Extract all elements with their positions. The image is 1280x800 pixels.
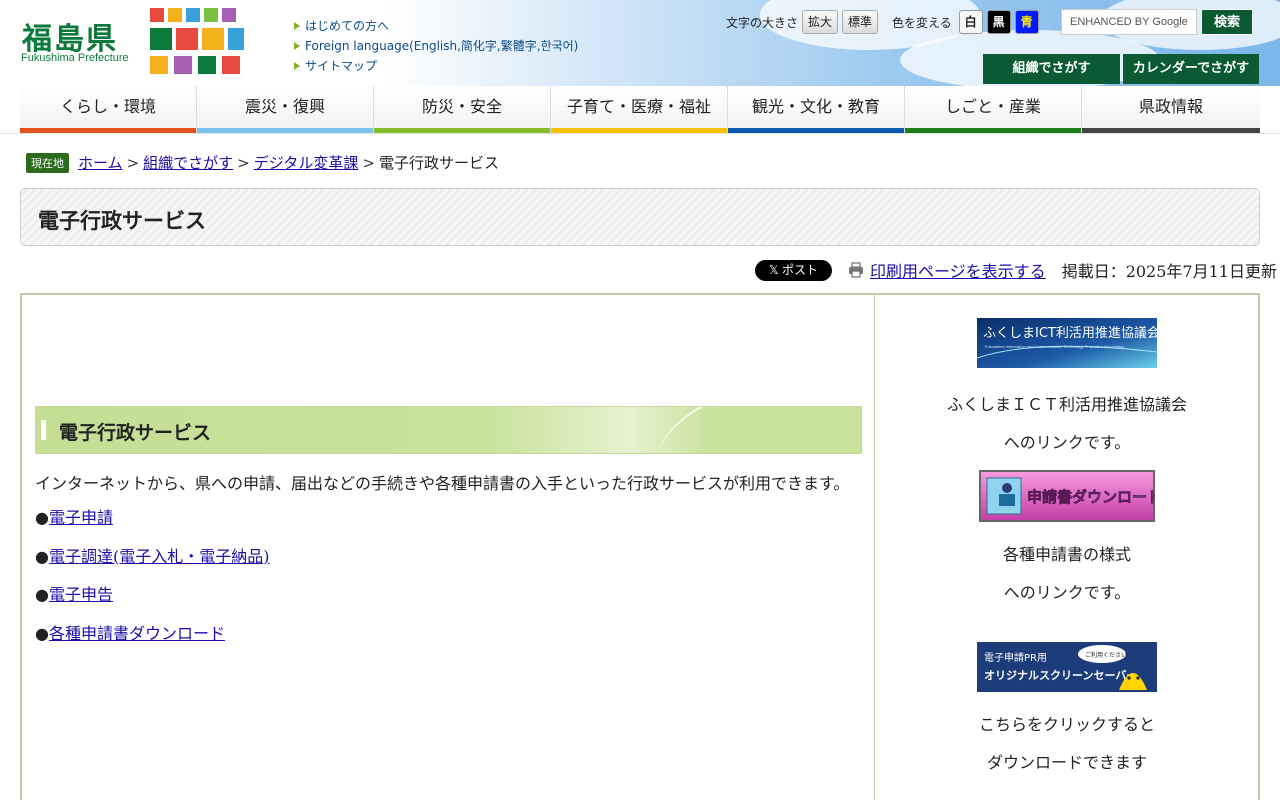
ict-council-desc-1: ふくしまＩＣＴ利活用推進協議会 [946,395,1187,414]
screensaver-desc-2: ダウンロードできます [986,753,1147,772]
svg-text:ふくしまICT利活用推進協議会: ふくしまICT利活用推進協議会 [983,326,1157,341]
breadcrumb-current: 電子行政サービス [379,154,500,172]
breadcrumb-separator: > [126,153,140,172]
link-form-download[interactable]: 各種申請書ダウンロード [49,624,225,643]
top-link-foreign-language[interactable]: Foreign language(English,简化字,繁體字,한국어) [294,36,578,56]
service-link-list: ●電子申請 ●電子調達(電子入札・電子納品) ●電子申告 ●各種申請書ダウンロー… [35,508,269,662]
breadcrumb-home[interactable]: ホーム [78,152,123,173]
screensaver-desc-1: こちらをクリックすると [978,715,1155,734]
global-nav: くらし・環境 震災・復興 防災・安全 子育て・医療・福祉 観光・文化・教育 しご… [20,86,1260,133]
triangle-icon [294,22,300,30]
form-download-desc-2: へのリンクです。 [1003,583,1131,602]
top-links: はじめての方へ Foreign language(English,简化字,繁體字… [294,16,578,76]
x-post-button[interactable]: 𝕏 ポスト [755,259,832,281]
svg-text:オリジナルスクリーンセーバー: オリジナルスクリーンセーバー [984,669,1137,682]
updated-date: 掲載日：2025年7月11日更新 [1061,262,1277,281]
nav-item-tourism-culture[interactable]: 観光・文化・教育 [728,86,905,133]
svg-text:電子申請PR用: 電子申請PR用 [984,651,1047,664]
breadcrumb-org-search[interactable]: 組織でさがす [143,152,233,173]
site-header: 福島県 Fukushima Prefecture はじめての方へ Foreign… [0,0,1280,86]
link-electronic-procurement[interactable]: 電子調達(電子入札・電子納品) [49,547,270,566]
color-white-button[interactable]: 白 [958,10,983,34]
accessibility-tools: 文字の大きさ 拡大 標準 色を変える 白 黒 青 [726,10,1039,34]
column-divider [874,295,875,800]
svg-text:ご利用ください: ご利用ください [1085,651,1127,659]
breadcrumb-digital-division[interactable]: デジタル変革課 [254,152,359,173]
top-link-first-visit[interactable]: はじめての方へ [294,16,578,36]
nav-item-prefectural-info[interactable]: 県政情報 [1082,86,1260,133]
breadcrumb: 現在地 ホーム > 組織でさがす > デジタル変革課 > 電子行政サービス [26,152,499,173]
color-label: 色を変える [892,15,952,30]
breadcrumb-separator: > [237,153,250,172]
nav-divider [0,133,1280,134]
breadcrumb-separator: > [362,153,376,172]
color-black-button[interactable]: 黒 [986,10,1011,34]
page-meta: 𝕏 ポスト 印刷用ページを表示する 掲載日：2025年7月11日更新 [755,258,1277,282]
screensaver-banner[interactable]: 電子申請PR用 オリジナルスクリーンセーバー ご利用ください [977,642,1157,692]
page-title-box: 電子行政サービス [20,188,1260,246]
page-title: 電子行政サービス [38,209,206,233]
svg-text:Fukushima Information and Comm: Fukushima Information and Communication … [985,344,1124,349]
top-link-sitemap[interactable]: サイトマップ [294,56,578,76]
nav-item-disaster-recovery[interactable]: 震災・復興 [197,86,374,133]
org-search-button[interactable]: 組織でさがす [983,54,1120,84]
calendar-search-button[interactable]: カレンダーでさがす [1123,54,1259,84]
ict-council-banner[interactable]: ふくしまICT利活用推進協議会 Fukushima Information an… [977,318,1157,368]
font-size-enlarge-button[interactable]: 拡大 [802,10,839,34]
slogan-logo-icon[interactable] [148,6,248,78]
list-item: ●各種申請書ダウンロード [35,623,225,643]
nav-item-life-environment[interactable]: くらし・環境 [20,86,197,133]
heading-decoration [646,407,861,453]
nav-item-childcare-medical[interactable]: 子育て・医療・福祉 [551,86,728,133]
site-logo-english[interactable]: Fukushima Prefecture [21,52,129,64]
search-input[interactable]: ENHANCED BY Google [1061,9,1197,35]
search-button[interactable]: 検索 [1201,9,1253,35]
triangle-icon [294,62,300,70]
list-item: ●電子申告 [35,585,113,604]
ict-council-desc-2: へのリンクです。 [1003,433,1131,452]
svg-text:申請書ダウンロード: 申請書ダウンロード [1027,488,1155,506]
link-electronic-application[interactable]: 電子申請 [49,508,113,527]
side-column: ふくしまICT利活用推進協議会 Fukushima Information an… [876,318,1258,782]
nav-item-safety[interactable]: 防災・安全 [374,86,551,133]
font-size-standard-button[interactable]: 標準 [842,10,879,34]
printer-icon [849,262,863,278]
font-size-label: 文字の大きさ [726,15,799,30]
triangle-icon [294,42,300,50]
intro-text: インターネットから、県への申請、届出などの手続きや各種申請書の入手といった行政サ… [35,474,850,493]
list-item: ●電子申請 [35,508,113,527]
link-electronic-tax-filing[interactable]: 電子申告 [49,585,113,604]
heading-mark [41,420,46,440]
current-location-badge: 現在地 [26,152,69,173]
nav-item-work-industry[interactable]: しごと・産業 [905,86,1082,133]
section-title: 電子行政サービス [59,422,212,444]
form-download-desc-1: 各種申請書の様式 [1002,545,1131,564]
form-download-banner[interactable]: 申請書ダウンロード [979,470,1155,522]
color-blue-button[interactable]: 青 [1014,10,1039,34]
list-item: ●電子調達(電子入札・電子納品) [35,546,270,566]
print-page-link[interactable]: 印刷用ページを表示する [870,258,1046,282]
section-heading: 電子行政サービス [35,406,862,454]
